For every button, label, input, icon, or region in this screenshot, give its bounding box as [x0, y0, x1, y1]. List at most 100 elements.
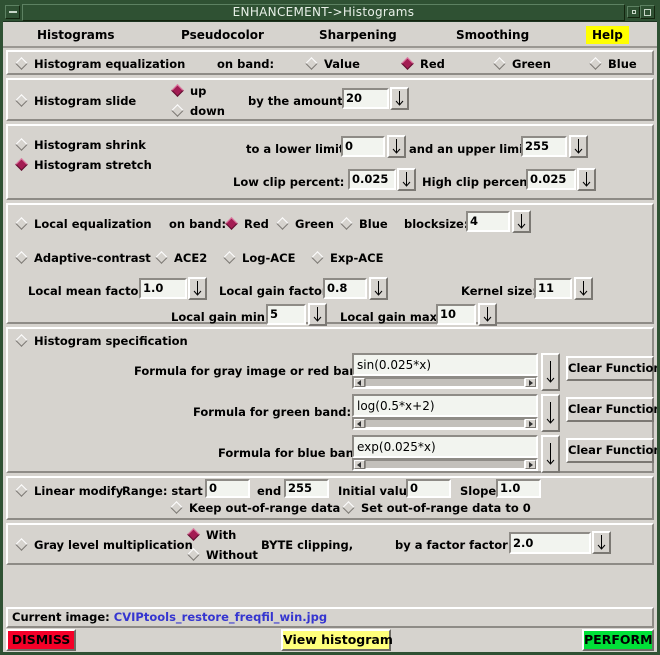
radio-set-out-of-range-zero[interactable]: [342, 501, 355, 514]
label-on-band-local: on band:: [169, 217, 227, 231]
radio-log-ace[interactable]: [223, 251, 236, 264]
scroll-left-icon[interactable]: [354, 378, 365, 387]
radio-slide-up[interactable]: [171, 84, 184, 97]
spinner-blocksize[interactable]: [512, 210, 531, 233]
label-set-out-of-range-zero: Set out-of-range data to 0: [361, 501, 531, 515]
input-local-gain-max[interactable]: 10: [436, 304, 476, 325]
toggle-histogram-slide[interactable]: [15, 94, 28, 107]
scroll-left-icon[interactable]: [354, 460, 365, 469]
radio-exp-ace[interactable]: [311, 251, 324, 264]
input-formula-red[interactable]: sin(0.025*x): [352, 353, 538, 376]
radio-without-clipping[interactable]: [187, 548, 200, 561]
input-kernel-size[interactable]: 11: [534, 278, 572, 299]
spinner-local-mean-factor[interactable]: [188, 277, 207, 300]
radio-keep-out-of-range[interactable]: [170, 501, 183, 514]
spinner-formula-green[interactable]: [541, 394, 560, 432]
scroll-right-icon[interactable]: [525, 419, 536, 428]
menu-sharpening[interactable]: Sharpening: [313, 26, 403, 44]
radio-band-green[interactable]: [493, 57, 506, 70]
toggle-gray-level-multiplication[interactable]: [15, 538, 28, 551]
radio-local-band-green[interactable]: [276, 217, 289, 230]
label-on-band-equalization: on band:: [217, 57, 275, 71]
menu-smoothing[interactable]: Smoothing: [450, 26, 535, 44]
radio-band-red[interactable]: [401, 57, 414, 70]
spinner-lower-limit[interactable]: [387, 135, 406, 158]
menu-help[interactable]: Help: [586, 26, 629, 44]
spinner-kernel-size[interactable]: [574, 277, 593, 300]
scrollbar-formula-blue[interactable]: [352, 458, 538, 471]
spinner-upper-limit[interactable]: [569, 135, 588, 158]
radio-ace2[interactable]: [155, 251, 168, 264]
spinner-low-clip[interactable]: [397, 168, 416, 191]
input-formula-blue[interactable]: exp(0.025*x): [352, 435, 538, 458]
input-initial-value[interactable]: 0: [406, 479, 451, 498]
input-slope[interactable]: 1.0: [496, 479, 541, 498]
input-range-end[interactable]: 255: [284, 479, 329, 498]
toggle-histogram-specification[interactable]: [15, 334, 28, 347]
input-range-start[interactable]: 0: [205, 479, 250, 498]
input-high-clip[interactable]: 0.025: [526, 169, 576, 190]
scroll-track[interactable]: [365, 460, 525, 469]
radio-slide-down[interactable]: [171, 104, 184, 117]
spinner-factor[interactable]: [592, 531, 611, 554]
input-lower-limit[interactable]: 0: [341, 136, 385, 157]
clear-function-green-button[interactable]: Clear Function: [566, 397, 657, 422]
clear-function-blue-button[interactable]: Clear Function: [566, 438, 657, 463]
spinner-slide-amount[interactable]: [390, 87, 409, 110]
label-log-ace: Log-ACE: [242, 251, 296, 265]
label-local-gain-min: Local gain min:: [171, 310, 270, 324]
scrollbar-formula-red[interactable]: [352, 376, 538, 389]
window-title: ENHANCEMENT->Histograms: [22, 3, 625, 21]
spinner-local-gain-factor[interactable]: [369, 277, 388, 300]
radio-band-blue[interactable]: [589, 57, 602, 70]
dismiss-button[interactable]: DISMISS: [6, 629, 76, 651]
perform-button[interactable]: PERFORM: [582, 629, 654, 651]
input-blocksize[interactable]: 4: [466, 211, 510, 232]
toggle-linear-modify[interactable]: [15, 484, 28, 497]
input-local-gain-min[interactable]: 5: [266, 304, 306, 325]
view-histogram-button[interactable]: View histogram: [281, 629, 393, 651]
spinner-local-gain-max[interactable]: [478, 303, 497, 326]
radio-adaptive-contrast[interactable]: [15, 251, 28, 264]
spinner-formula-blue[interactable]: [541, 435, 560, 473]
input-local-mean-factor[interactable]: 1.0: [139, 278, 187, 299]
scroll-right-icon[interactable]: [525, 378, 536, 387]
spinner-high-clip[interactable]: [577, 168, 596, 191]
label-range-end: end: [257, 484, 282, 498]
menu-pseudocolor[interactable]: Pseudocolor: [175, 26, 270, 44]
minimize-icon[interactable]: [5, 5, 20, 19]
radio-with-clipping[interactable]: [187, 528, 200, 541]
label-factor: by a factor factor:: [395, 538, 513, 552]
radio-band-value[interactable]: [305, 57, 318, 70]
clear-function-red-button[interactable]: Clear Function: [566, 356, 657, 381]
input-factor[interactable]: 2.0: [509, 532, 591, 554]
radio-local-band-red[interactable]: [225, 217, 238, 230]
maximize-icon[interactable]: [640, 5, 655, 19]
toggle-histogram-shrink[interactable]: [15, 138, 28, 151]
input-local-gain-factor[interactable]: 0.8: [323, 278, 367, 299]
toggle-histogram-equalization[interactable]: [15, 57, 28, 70]
label-byte-clipping: BYTE clipping,: [261, 538, 354, 552]
restore-icon[interactable]: [627, 6, 640, 18]
scroll-right-icon[interactable]: [525, 460, 536, 469]
spinner-local-gain-min[interactable]: [308, 303, 327, 326]
toggle-histogram-stretch[interactable]: [15, 158, 28, 171]
scroll-left-icon[interactable]: [354, 419, 365, 428]
panel-container: Histogram equalization on band: Value Re…: [3, 48, 657, 565]
label-band-red: Red: [420, 57, 445, 71]
input-upper-limit[interactable]: 255: [521, 136, 567, 157]
label-range-start: Range: start: [122, 484, 203, 498]
scroll-track[interactable]: [365, 419, 525, 428]
label-local-mean-factor: Local mean factor:: [28, 284, 149, 298]
input-slide-amount[interactable]: 20: [342, 88, 389, 109]
input-low-clip[interactable]: 0.025: [348, 169, 396, 190]
scrollbar-formula-green[interactable]: [352, 417, 538, 430]
label-local-band-blue: Blue: [359, 217, 388, 231]
scroll-track[interactable]: [365, 378, 525, 387]
spinner-formula-red[interactable]: [541, 353, 560, 391]
input-formula-green[interactable]: log(0.5*x+2): [352, 394, 538, 417]
toggle-local-equalization[interactable]: [15, 217, 28, 230]
menu-histograms[interactable]: Histograms: [31, 26, 121, 44]
label-local-band-green: Green: [295, 217, 334, 231]
radio-local-band-blue[interactable]: [340, 217, 353, 230]
